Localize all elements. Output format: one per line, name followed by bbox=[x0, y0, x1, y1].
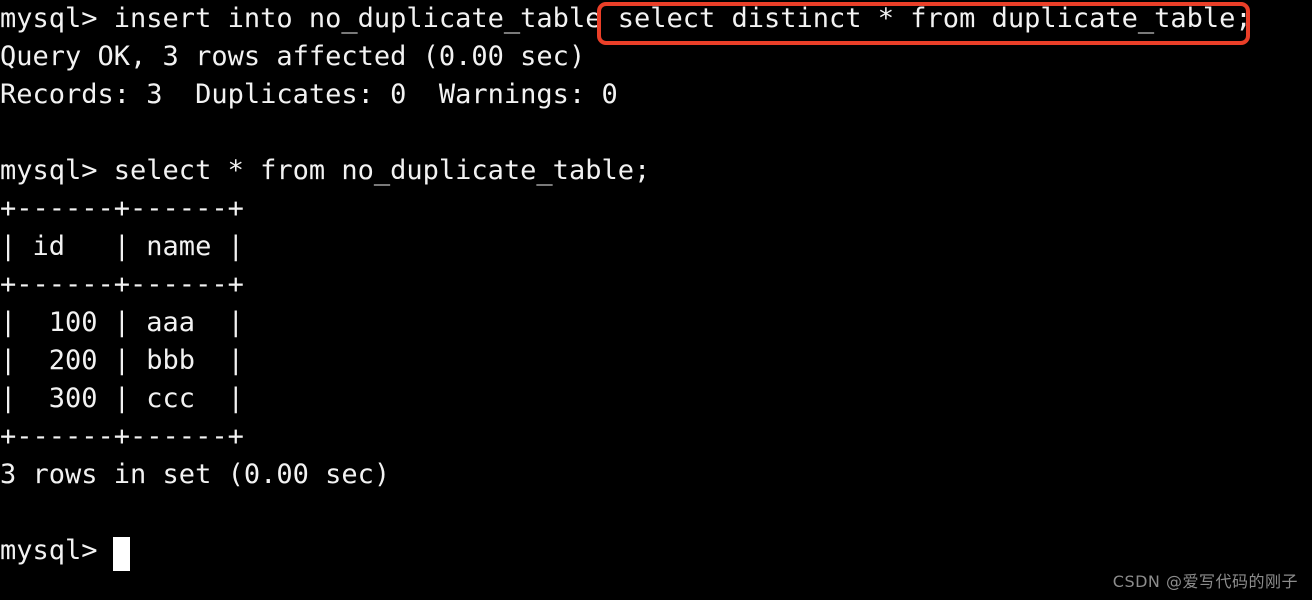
table-row: | 300 | ccc | bbox=[0, 383, 244, 414]
terminal-line-table-top-border: +------+------+ bbox=[0, 193, 244, 224]
csdn-watermark: CSDN @爱写代码的刚子 bbox=[1112, 572, 1298, 591]
terminal-line-insert-command: mysql> insert into no_duplicate_table se… bbox=[0, 3, 1252, 34]
terminal-line-select-command: mysql> select * from no_duplicate_table; bbox=[0, 155, 651, 186]
terminal-line-table-header-border: +------+------+ bbox=[0, 269, 244, 300]
terminal-line-records-summary: Records: 3 Duplicates: 0 Warnings: 0 bbox=[0, 79, 618, 110]
terminal-line-blank-2 bbox=[0, 494, 1312, 532]
terminal-line-rows-in-set: 3 rows in set (0.00 sec) bbox=[0, 459, 391, 490]
terminal-line-query-ok: Query OK, 3 rows affected (0.00 sec) bbox=[0, 41, 586, 72]
terminal-line-blank-1 bbox=[0, 114, 1312, 152]
table-row: | 200 | bbb | bbox=[0, 345, 244, 376]
table-row: | 100 | aaa | bbox=[0, 307, 244, 338]
terminal-line-table-header: | id | name | bbox=[0, 231, 244, 262]
terminal-window[interactable]: mysql> insert into no_duplicate_table se… bbox=[0, 0, 1312, 600]
terminal-line-table-bottom-border: +------+------+ bbox=[0, 421, 244, 452]
terminal-cursor bbox=[113, 537, 130, 571]
terminal-prompt-line[interactable]: mysql> bbox=[0, 532, 1312, 570]
